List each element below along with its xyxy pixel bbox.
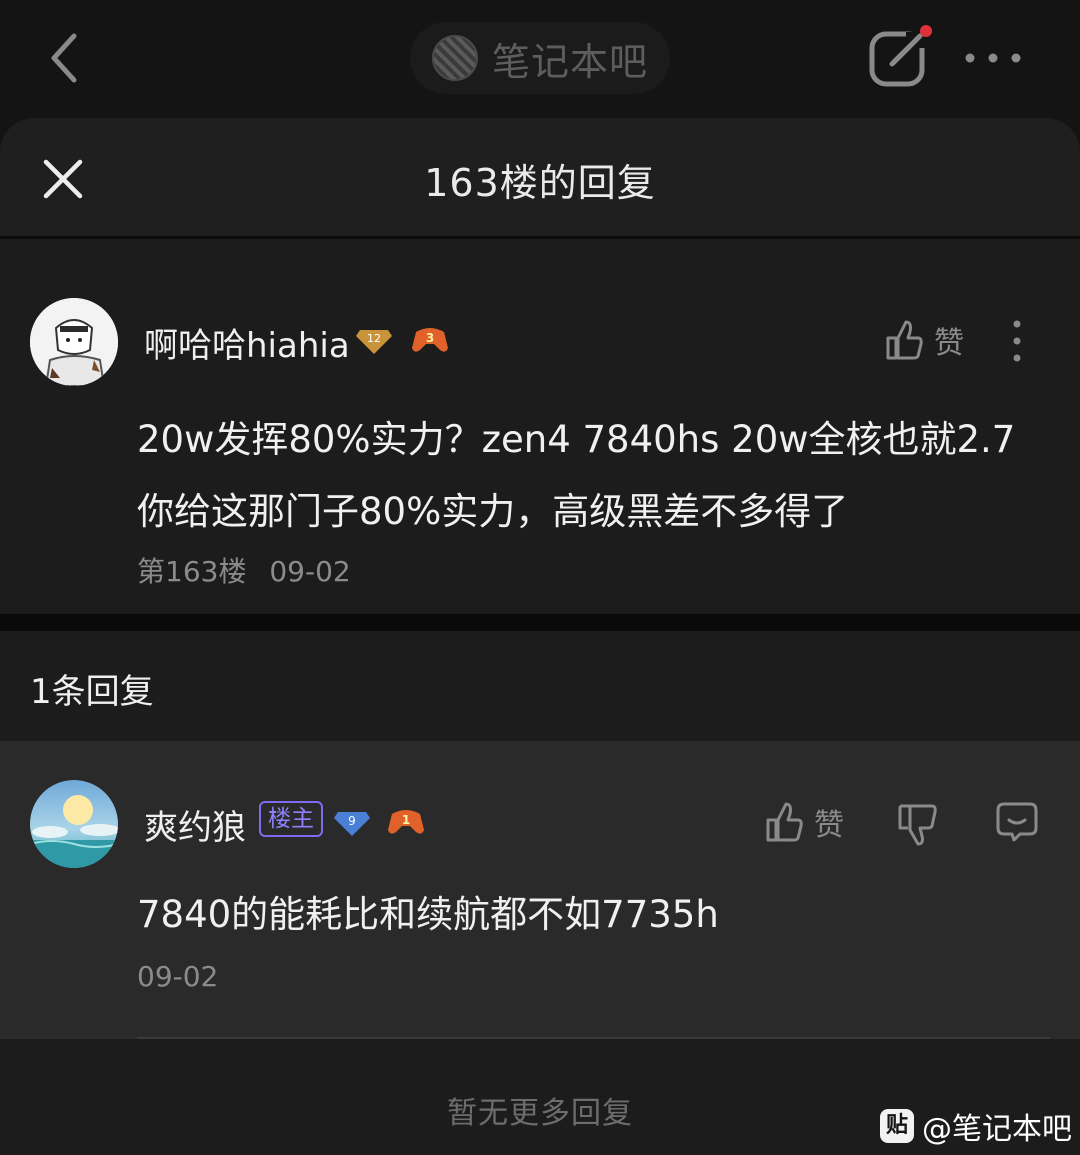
- tieba-logo-icon: 贴: [880, 1109, 914, 1143]
- like-button[interactable]: 赞: [884, 316, 974, 364]
- notification-dot: [920, 25, 932, 37]
- comment-text: 20w发挥80%实力？zen4 7840hs 20w全核也就2.7 你给这那门子…: [137, 404, 1057, 548]
- edit-icon[interactable]: [866, 24, 938, 90]
- floor-number: 第163楼: [137, 555, 247, 588]
- thumbs-up-icon: [886, 320, 923, 360]
- chevron-left-icon[interactable]: [40, 30, 88, 86]
- more-horizontal-icon[interactable]: [960, 40, 1026, 76]
- forum-pill[interactable]: 笔记本吧: [410, 22, 670, 94]
- level-badge-icon: 12: [356, 330, 392, 354]
- forum-name: 笔记本吧: [492, 39, 649, 84]
- thumbs-down-icon[interactable]: [894, 800, 940, 848]
- replies-count: 1条回复: [30, 672, 154, 712]
- comment-meta: 第163楼 09-02: [137, 550, 351, 590]
- level-badge-icon: 9: [334, 812, 370, 836]
- comment-line: 20w发挥80%实力？zen4 7840hs 20w全核也就2.7: [137, 418, 1016, 461]
- avatar[interactable]: [30, 298, 118, 386]
- username[interactable]: 爽约狼: [144, 800, 246, 849]
- thumbs-up-icon: [766, 802, 803, 842]
- comment-icon[interactable]: [994, 800, 1040, 844]
- svg-text:3: 3: [426, 331, 434, 345]
- username[interactable]: 啊哈哈hiahia: [144, 318, 350, 367]
- svg-text:1: 1: [402, 813, 410, 827]
- game-badge-icon: 3: [412, 328, 448, 352]
- op-badge: 楼主: [259, 801, 323, 837]
- avatar[interactable]: [30, 780, 118, 868]
- forum-avatar: [432, 35, 478, 81]
- divider: [137, 1037, 1050, 1039]
- comment-date: 09-02: [269, 555, 351, 588]
- like-button[interactable]: 赞: [764, 798, 854, 846]
- game-badge-icon: 1: [388, 810, 424, 834]
- watermark-text: @笔记本吧: [922, 1112, 1072, 1147]
- reply-text: 7840的能耗比和续航都不如7735h: [137, 893, 719, 936]
- like-label: 赞: [934, 326, 964, 361]
- comment-line: 你给这那门子80%实力，高级黑差不多得了: [137, 490, 849, 533]
- like-label: 赞: [814, 808, 844, 843]
- svg-text:9: 9: [348, 814, 356, 828]
- sheet-title: 163楼的回复: [424, 161, 656, 205]
- svg-text:12: 12: [367, 332, 381, 345]
- watermark: 贴 @笔记本吧: [880, 1106, 1072, 1147]
- replies-header: [0, 631, 1080, 741]
- section-divider: [0, 614, 1080, 631]
- more-vertical-icon[interactable]: [1004, 318, 1030, 364]
- reply-date: 09-02: [137, 960, 219, 993]
